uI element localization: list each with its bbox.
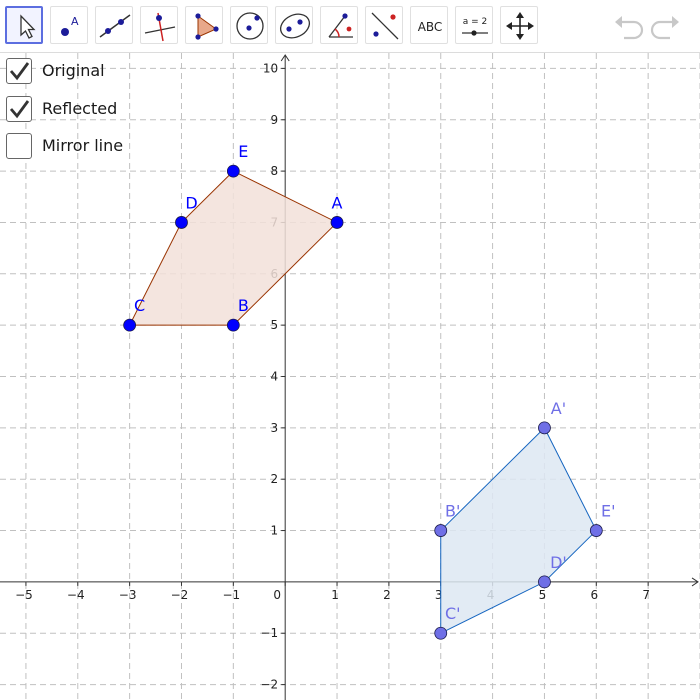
x-tick-label: 5: [539, 588, 547, 602]
y-tick-label: 4: [271, 370, 279, 384]
point-tool-label: A: [71, 15, 79, 28]
redo-icon[interactable]: [650, 12, 682, 40]
checkbox-reflected-label: Reflected: [42, 98, 118, 118]
vertex-point: [226, 318, 240, 332]
move-tool-button[interactable]: [5, 6, 43, 44]
slider-tool-label: a = 2: [463, 17, 488, 27]
vertex-point: [175, 216, 188, 229]
point-icon: A: [61, 15, 79, 36]
ellipse-tool-button[interactable]: [275, 6, 313, 44]
slider-icon: a = 2: [462, 17, 488, 36]
x-tick-label: 2: [383, 588, 391, 602]
y-tick-label: 1: [271, 524, 279, 538]
polygon-icon: [195, 13, 219, 40]
y-tick-label: −2: [260, 678, 278, 692]
reflect-about-line-icon: [371, 12, 399, 40]
circle-center-point-icon: [236, 12, 264, 40]
vertex-point: [538, 575, 551, 589]
x-tick-label: −2: [171, 588, 189, 602]
toolbar: A ABC a = 2: [0, 0, 700, 53]
text-tool-button[interactable]: ABC: [410, 6, 448, 44]
x-tick-label: 7: [642, 588, 650, 602]
vertex-label: E: [238, 142, 248, 161]
reflect-tool-button[interactable]: [365, 6, 403, 44]
cursor-arrow-icon: [20, 14, 36, 39]
vertex-label: E': [601, 502, 616, 521]
vertex-point: [330, 216, 344, 229]
vertex-point: [226, 164, 240, 178]
x-tick-label: −1: [222, 588, 240, 602]
checkmark-icon: [9, 62, 30, 81]
y-tick-label: 2: [271, 472, 279, 486]
x-tick-label: 0: [273, 588, 281, 602]
y-tick-label: 10: [263, 61, 278, 75]
vertex-point: [123, 318, 137, 332]
x-tick-label: 6: [590, 588, 598, 602]
vertex-point: [589, 524, 603, 537]
undo-icon[interactable]: [612, 12, 644, 40]
y-tick-label: −1: [260, 626, 278, 640]
vertex-label: C: [134, 296, 145, 315]
polygon-shape: [440, 427, 597, 635]
polygon-shape: [128, 170, 338, 326]
vertex-label: A: [332, 193, 343, 212]
vertex-label: D': [550, 553, 567, 572]
line-through-points-icon: [99, 14, 131, 38]
vertex-label: D: [185, 193, 197, 212]
y-tick-label: 3: [271, 421, 279, 435]
checkbox-mirror-line-box[interactable]: [6, 133, 32, 159]
move-graphics-view-tool-button[interactable]: [500, 6, 538, 44]
polygon-original: A B C D E: [123, 142, 344, 332]
x-tick-label: 1: [331, 588, 339, 602]
polygon-reflected: A' B' C' D' E': [434, 399, 616, 640]
angle-tool-button[interactable]: [320, 6, 358, 44]
polygon-tool-button[interactable]: [185, 6, 223, 44]
checkbox-original-box[interactable]: [6, 58, 32, 84]
text-tool-label: ABC: [418, 20, 443, 34]
vertex-label: A': [551, 399, 566, 418]
y-tick-label: 5: [271, 318, 279, 332]
point-tool-button[interactable]: A: [50, 6, 88, 44]
vertex-label: B: [238, 296, 249, 315]
y-tick-label: 9: [271, 113, 279, 127]
vertex-point: [434, 524, 448, 537]
x-tick-label: −5: [15, 588, 33, 602]
checkbox-reflected-box[interactable]: [6, 95, 32, 122]
slider-tool-button[interactable]: a = 2: [455, 6, 493, 44]
circle-tool-button[interactable]: [230, 6, 268, 44]
line-tool-button[interactable]: [95, 6, 133, 44]
perpendicular-line-icon: [144, 12, 176, 42]
vertex-label: C': [445, 604, 461, 623]
vertex-point: [538, 421, 551, 435]
checkbox-original-label: Original: [42, 61, 105, 80]
y-tick-label: 8: [271, 164, 279, 178]
checkbox-mirror-line-label: Mirror line: [42, 136, 124, 155]
vertex-point: [434, 626, 448, 640]
x-tick-label: −4: [67, 588, 85, 602]
move-arrows-icon: [506, 12, 534, 40]
angle-icon: [328, 13, 353, 38]
vertex-label: B': [445, 502, 460, 521]
x-tick-label: −3: [119, 588, 137, 602]
ellipse-icon: [279, 13, 311, 39]
perpendicular-line-tool-button[interactable]: [140, 6, 178, 44]
checkmark-icon: [9, 99, 30, 118]
text-icon: ABC: [418, 20, 443, 34]
